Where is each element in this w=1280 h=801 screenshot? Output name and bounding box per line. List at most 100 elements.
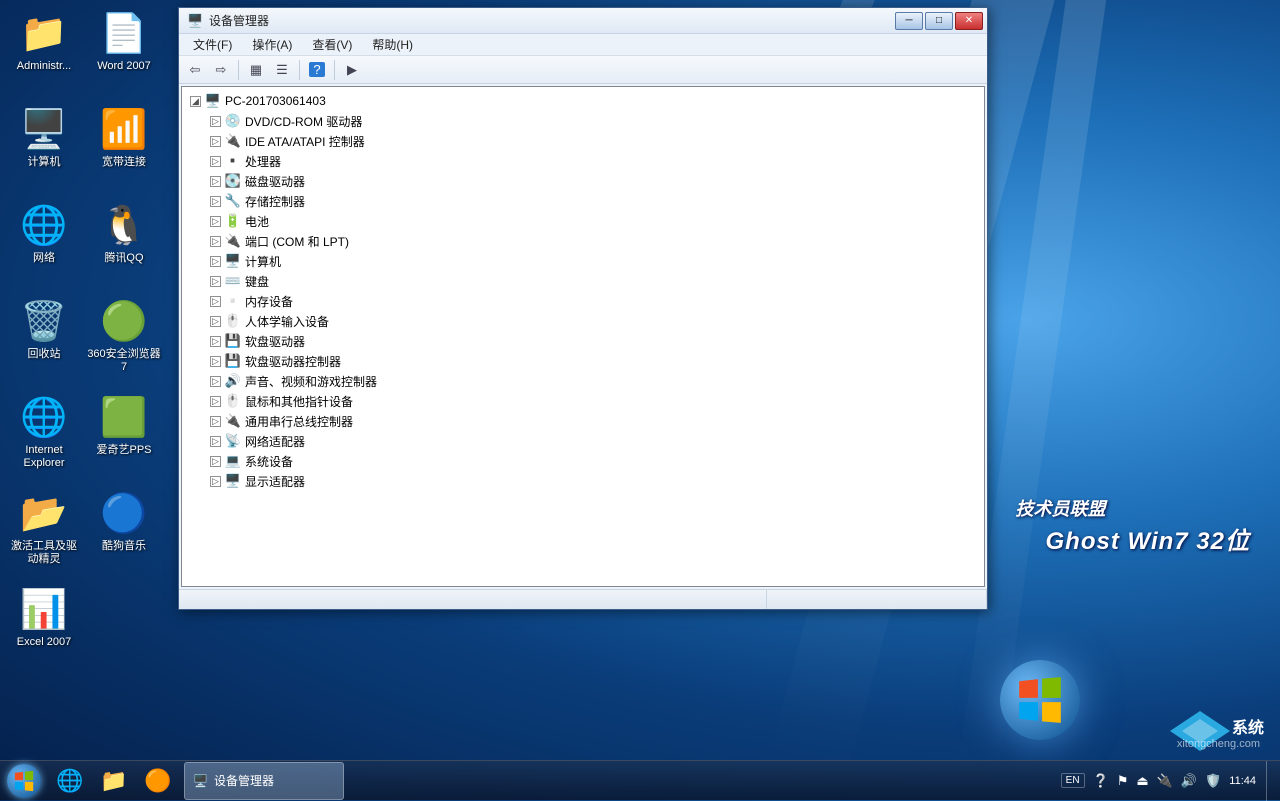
desktop-icon-activation-tools[interactable]: 📂激活工具及驱动精灵 [6,490,82,568]
brand-line2: Ghost Win7 32位 [1046,521,1250,556]
network-tray-icon[interactable]: 🔌 [1157,773,1173,789]
desktop-icon-network[interactable]: 🌐网络 [6,202,82,280]
device-category-icon: 🔌 [225,233,241,249]
activation-tools-icon: 📂 [20,490,68,538]
word-icon: 📄 [100,10,148,58]
desktop-icon-qq[interactable]: 🐧腾讯QQ [86,202,162,280]
menu-action[interactable]: 操作(A) [244,34,300,55]
menu-view[interactable]: 查看(V) [304,34,360,55]
expand-icon[interactable]: ▷ [210,456,221,467]
pinned-media-icon[interactable]: 🟠 [137,762,179,800]
expand-icon[interactable]: ▷ [210,176,221,187]
desktop-icon-computer[interactable]: 🖥️计算机 [6,106,82,184]
desktop-icon-broadband[interactable]: 📶宽带连接 [86,106,162,184]
tree-node[interactable]: ▷🔋电池 [182,211,984,231]
expand-icon[interactable]: ▷ [210,256,221,267]
icon-label: 网络 [33,252,55,265]
tree-node[interactable]: ▷🖱️鼠标和其他指针设备 [182,391,984,411]
tree-node[interactable]: ▷💾软盘驱动器控制器 [182,351,984,371]
device-category-icon: 🖥️ [225,253,241,269]
desktop-icon-recycle-bin[interactable]: 🗑️回收站 [6,298,82,376]
tree-node[interactable]: ▷🔌通用串行总线控制器 [182,411,984,431]
desktop-icon-iqiyi[interactable]: 🟩爱奇艺PPS [86,394,162,472]
language-indicator[interactable]: EN [1061,773,1085,788]
device-manager-window: 🖥️ 设备管理器 ─ □ ✕ 文件(F) 操作(A) 查看(V) 帮助(H) ⇦… [178,7,988,610]
volume-tray-icon[interactable]: 🔊 [1181,773,1197,789]
flag-tray-icon[interactable]: ⚑ [1117,773,1129,789]
forward-button[interactable]: ⇨ [209,59,233,81]
node-label: 磁盘驱动器 [245,173,305,190]
tree-root[interactable]: ◢ 🖥️ PC-201703061403 [182,91,984,111]
node-label: 显示适配器 [245,473,305,490]
desktop-icon-360browser[interactable]: 🟢360安全浏览器7 [86,298,162,376]
desktop-icon-folder-admin[interactable]: 📁Administr... [6,10,82,88]
expand-icon[interactable]: ▷ [210,216,221,227]
shield-tray-icon[interactable]: 🛡️ [1205,773,1221,789]
360browser-icon: 🟢 [100,298,148,346]
desktop-icon-ie[interactable]: 🌐Internet Explorer [6,394,82,472]
expand-icon[interactable]: ▷ [210,196,221,207]
tree-node[interactable]: ▷🔌IDE ATA/ATAPI 控制器 [182,131,984,151]
pinned-explorer-icon[interactable]: 📁 [93,762,135,800]
close-button[interactable]: ✕ [955,12,983,30]
maximize-button[interactable]: □ [925,12,953,30]
show-hide-button[interactable]: ▦ [244,59,268,81]
expand-icon[interactable]: ▷ [210,436,221,447]
node-label: 鼠标和其他指针设备 [245,393,353,410]
desktop-icon-excel[interactable]: 📊Excel 2007 [6,586,82,664]
help-tray-icon[interactable]: ❔ [1093,773,1109,789]
expand-icon[interactable]: ▷ [210,116,221,127]
computer-icon: 🖥️ [205,93,221,109]
help-button[interactable]: ? [305,59,329,81]
device-category-icon: 🖥️ [225,473,241,489]
expand-icon[interactable]: ▷ [210,356,221,367]
expand-icon[interactable]: ▷ [210,156,221,167]
device-tree[interactable]: ◢ 🖥️ PC-201703061403 ▷💿DVD/CD-ROM 驱动器▷🔌I… [181,86,985,587]
desktop-icon-word[interactable]: 📄Word 2007 [86,10,162,88]
start-button[interactable] [4,761,44,801]
tree-node[interactable]: ▷🖥️计算机 [182,251,984,271]
expand-icon[interactable]: ▷ [210,316,221,327]
icon-label: 宽带连接 [102,156,146,169]
expand-icon[interactable]: ▷ [210,416,221,427]
expand-icon[interactable]: ▷ [210,396,221,407]
device-category-icon: 💿 [225,113,241,129]
properties-button[interactable]: ☰ [270,59,294,81]
titlebar[interactable]: 🖥️ 设备管理器 ─ □ ✕ [179,8,987,34]
tree-node[interactable]: ▷⌨️键盘 [182,271,984,291]
back-button[interactable]: ⇦ [183,59,207,81]
tree-node[interactable]: ▷🔧存储控制器 [182,191,984,211]
desktop-branding: 技术员联盟 Ghost Win7 32位 [1016,495,1250,556]
icon-label: 回收站 [28,348,61,361]
expand-icon[interactable]: ▷ [210,276,221,287]
expand-icon[interactable]: ▷ [210,336,221,347]
pinned-ie-icon[interactable]: 🌐 [49,762,91,800]
tree-node[interactable]: ▷🔌端口 (COM 和 LPT) [182,231,984,251]
expand-icon[interactable]: ▷ [210,476,221,487]
tree-node[interactable]: ▷▪️处理器 [182,151,984,171]
expand-icon[interactable]: ▷ [210,376,221,387]
collapse-icon[interactable]: ◢ [190,96,201,107]
tree-node[interactable]: ▷💻系统设备 [182,451,984,471]
expand-icon[interactable]: ▷ [210,296,221,307]
tree-node[interactable]: ▷💽磁盘驱动器 [182,171,984,191]
menu-file[interactable]: 文件(F) [185,34,240,55]
eject-tray-icon[interactable]: ⏏ [1136,773,1148,789]
tree-node[interactable]: ▷💾软盘驱动器 [182,331,984,351]
minimize-button[interactable]: ─ [895,12,923,30]
expand-icon[interactable]: ▷ [210,136,221,147]
tree-node[interactable]: ▷▫️内存设备 [182,291,984,311]
show-desktop-button[interactable] [1266,761,1280,801]
scan-button[interactable]: ▶ [340,59,364,81]
clock[interactable]: 11:44 [1229,775,1256,787]
desktop-icon-kugou[interactable]: 🔵酷狗音乐 [86,490,162,568]
tree-node[interactable]: ▷🖱️人体学输入设备 [182,311,984,331]
menu-help[interactable]: 帮助(H) [364,34,421,55]
expand-icon[interactable]: ▷ [210,236,221,247]
tree-node[interactable]: ▷📡网络适配器 [182,431,984,451]
tree-node[interactable]: ▷🔊声音、视频和游戏控制器 [182,371,984,391]
tree-node[interactable]: ▷💿DVD/CD-ROM 驱动器 [182,111,984,131]
taskbar-task-devmgr[interactable]: 🖥️ 设备管理器 [184,762,344,800]
tree-node[interactable]: ▷ 🖥️显示适配器 [182,471,984,491]
device-category-icon: 🔋 [225,213,241,229]
